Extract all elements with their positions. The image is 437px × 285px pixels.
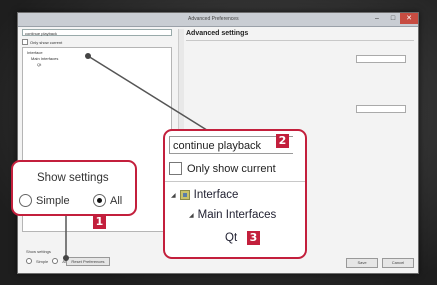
- expand-triangle-icon[interactable]: ◢: [189, 212, 194, 219]
- expand-triangle-icon[interactable]: ◢: [171, 192, 176, 199]
- callout-tree-interface-label: Interface: [193, 189, 239, 201]
- callout-dot-show-settings: [63, 255, 69, 261]
- callout-tree-main-interfaces-label: Main Interfaces: [197, 209, 277, 221]
- callout-tree-interface[interactable]: ◢ Interface: [171, 189, 238, 201]
- callout-only-current-label: Only show current: [187, 162, 276, 175]
- callout-option-simple[interactable]: Simple: [19, 194, 70, 207]
- callout-simple-label: Simple: [36, 194, 70, 207]
- show-settings-callout: Show settings Simple All: [11, 160, 137, 216]
- callout-tree-qt[interactable]: Qt: [225, 232, 237, 244]
- interface-icon: [179, 190, 190, 200]
- step-badge-3: 3: [247, 231, 260, 245]
- callout-option-all[interactable]: All: [93, 194, 122, 207]
- callout-tree-main-interfaces[interactable]: ◢ Main Interfaces: [189, 209, 276, 221]
- callout-only-current-checkbox[interactable]: Only show current: [169, 162, 276, 175]
- callout-line-search: [87, 55, 211, 133]
- radio-all-icon[interactable]: [93, 194, 106, 207]
- callout-tree-qt-label: Qt: [225, 232, 238, 244]
- callout-divider: [165, 181, 305, 182]
- checkbox-icon[interactable]: [169, 162, 182, 175]
- callout-dot-search: [85, 53, 91, 59]
- callout-show-settings-heading: Show settings: [37, 172, 109, 184]
- step-badge-2: 2: [276, 134, 289, 148]
- search-callout: continue playback Only show current ◢ In…: [163, 129, 307, 259]
- callout-search-input[interactable]: continue playback: [169, 136, 293, 154]
- step-badge-1: 1: [93, 215, 106, 229]
- radio-simple-icon[interactable]: [19, 194, 32, 207]
- callout-all-label: All: [110, 194, 123, 207]
